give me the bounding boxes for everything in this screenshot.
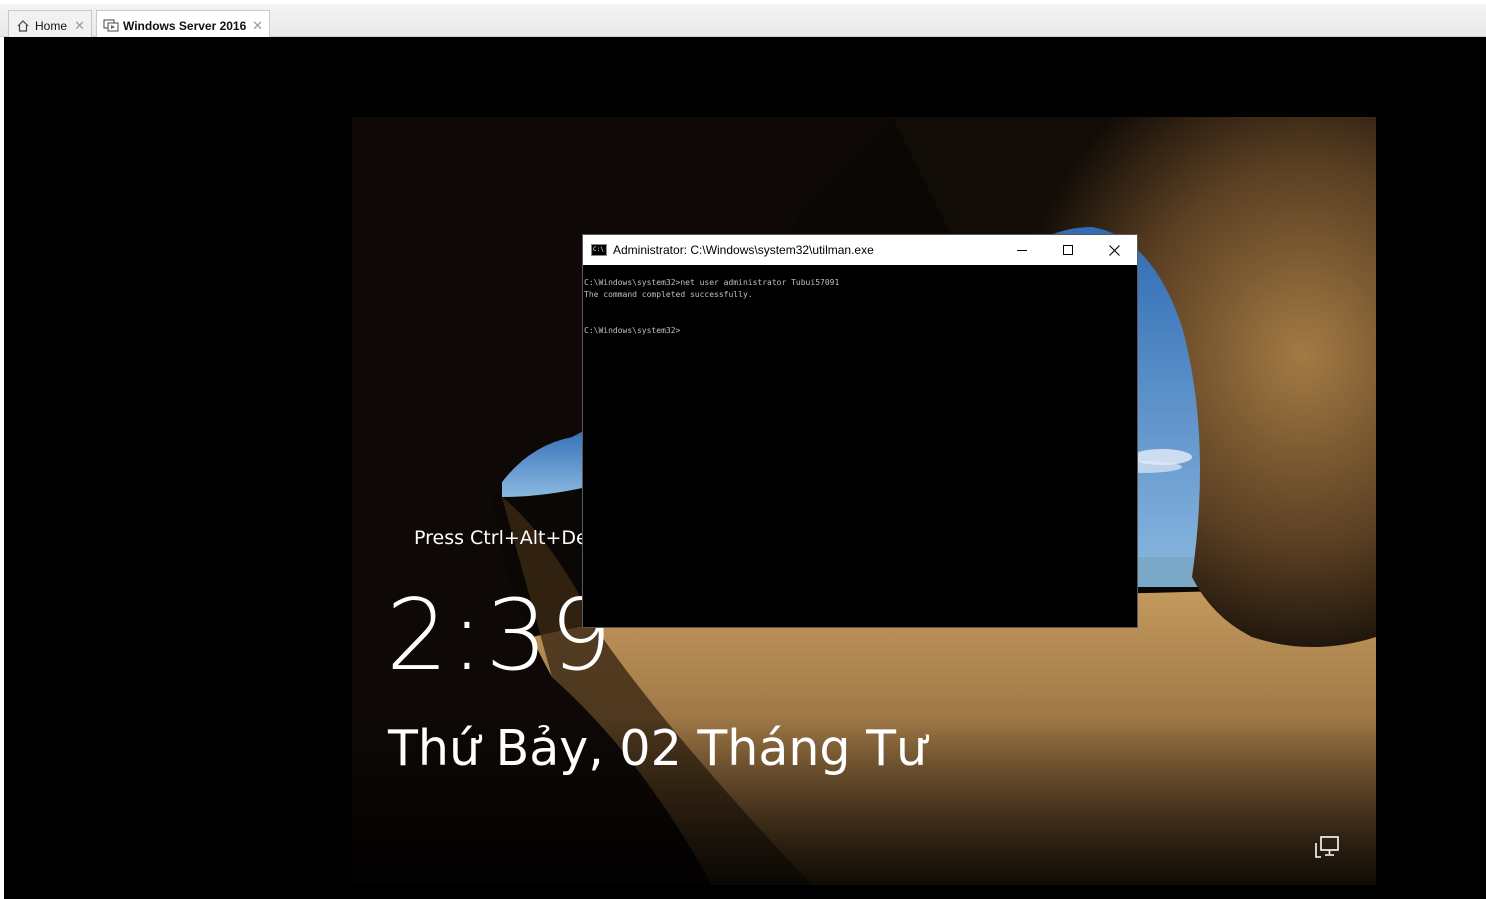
lock-date: Thứ Bảy, 02 Tháng Tư bbox=[388, 720, 928, 777]
vm-icon bbox=[103, 18, 119, 34]
console-output[interactable]: C:\Windows\system32>net user administrat… bbox=[583, 265, 1137, 337]
tab-home[interactable]: Home ✕ bbox=[8, 10, 92, 40]
console-line: The command completed successfully. bbox=[584, 290, 753, 299]
maximize-icon bbox=[1063, 245, 1073, 255]
cmd-app-icon[interactable]: C:\ bbox=[591, 244, 607, 256]
press-ctrl-alt-delete-prompt: Press Ctrl+Alt+Dele bbox=[414, 527, 605, 549]
cmd-window[interactable]: C:\ Administrator: C:\Windows\system32\u… bbox=[582, 234, 1138, 628]
console-line: C:\Windows\system32>net user administrat… bbox=[584, 278, 840, 287]
cmd-titlebar[interactable]: C:\ Administrator: C:\Windows\system32\u… bbox=[583, 235, 1137, 265]
network-icon[interactable] bbox=[1314, 835, 1340, 859]
maximize-button[interactable] bbox=[1045, 235, 1091, 265]
console-line: ​ bbox=[584, 301, 1137, 313]
tab-windows-server[interactable]: Windows Server 2016 ✕ bbox=[96, 10, 270, 40]
minimize-icon bbox=[1017, 250, 1027, 251]
home-icon bbox=[15, 18, 31, 34]
vm-tab-bar: Home ✕ Windows Server 2016 ✕ bbox=[0, 0, 1486, 40]
tab-windows-server-close-icon[interactable]: ✕ bbox=[252, 18, 263, 34]
cmd-title: Administrator: C:\Windows\system32\utilm… bbox=[613, 243, 874, 257]
tab-home-close-icon[interactable]: ✕ bbox=[74, 18, 85, 34]
console-line: ​ bbox=[584, 313, 1137, 325]
minimize-button[interactable] bbox=[999, 235, 1045, 265]
close-button[interactable] bbox=[1091, 235, 1137, 265]
tab-windows-server-label: Windows Server 2016 bbox=[123, 18, 247, 33]
lock-clock: 2:39 bbox=[386, 579, 615, 693]
tab-home-label: Home bbox=[35, 18, 68, 33]
close-icon bbox=[1108, 244, 1120, 256]
console-line: C:\Windows\system32> bbox=[584, 326, 681, 335]
